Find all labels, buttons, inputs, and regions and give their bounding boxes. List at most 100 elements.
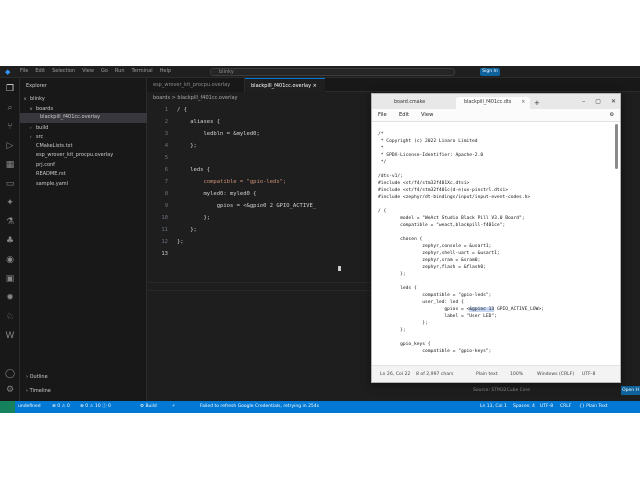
extensions-icon[interactable]: ▦ bbox=[4, 159, 16, 171]
text-line: compatible = "gpio-keys"; bbox=[378, 349, 492, 354]
notepad-text-area[interactable]: /* * Copyright (c) 2022 Linaro Limited *… bbox=[372, 122, 620, 365]
eol-status[interactable]: CRLF bbox=[560, 401, 571, 413]
tree-item-blackpill-overlay[interactable]: blackpill_f401cc.overlay bbox=[20, 113, 147, 123]
credentials-message: Failed to refresh Google Credentials, re… bbox=[200, 404, 320, 409]
outline-panel-header[interactable]: › Outline bbox=[26, 374, 48, 380]
explorer-icon[interactable]: ❐ bbox=[4, 83, 16, 95]
notepad-tab-strip: board.cmake blackpill_f401cc.dts × + – ▢ ✕ bbox=[372, 94, 620, 109]
text-line: compatible = "weact,blackpill-f401ce"; bbox=[378, 223, 506, 228]
text-line: zephyr,flash = &flash0; bbox=[378, 265, 486, 270]
menu-terminal[interactable]: Terminal bbox=[132, 67, 153, 76]
menu-file[interactable]: File bbox=[20, 67, 28, 76]
language-mode-status[interactable]: {} Plain Text bbox=[579, 401, 608, 413]
notepad-tab-board-cmake[interactable]: board.cmake bbox=[386, 97, 433, 109]
text-line: / { bbox=[378, 209, 387, 214]
text-line: * SPDX-License-Identifier: Apache-2.0 bbox=[378, 153, 484, 158]
text-line: compatible = "gpio-leds"; bbox=[378, 293, 492, 298]
run-debug-icon[interactable]: ▷ bbox=[4, 140, 16, 152]
cursor-position: Ln 26, Col 22 bbox=[380, 372, 411, 377]
docker-icon[interactable]: ▣ bbox=[4, 273, 16, 285]
settings-gear-icon[interactable]: ⚙ bbox=[609, 109, 614, 122]
text-line: }; bbox=[378, 328, 406, 333]
ports-status[interactable]: ⊗ 0 ⚠ 10 ⓘ 0 bbox=[80, 401, 111, 413]
tree-item-blinky[interactable]: v blinky bbox=[20, 94, 147, 104]
menu-edit[interactable]: Edit bbox=[35, 67, 45, 76]
tree-item-readme[interactable]: README.rst bbox=[20, 170, 147, 180]
breadcrumb[interactable]: boards > blackpill_f401cc.overlay bbox=[153, 95, 237, 101]
text-line: zephyr,sram = &sram0; bbox=[378, 258, 481, 263]
zephyr-icon[interactable]: ♘ bbox=[4, 311, 16, 323]
text-line: zephyr,shell-uart = &usart1; bbox=[378, 251, 500, 256]
text-line: chosen { bbox=[378, 237, 423, 242]
close-tab-icon[interactable]: × bbox=[521, 100, 525, 105]
char-count: 8 of 2,997 chars bbox=[416, 372, 454, 377]
notepad-menu-edit[interactable]: Edit bbox=[399, 109, 409, 122]
source-control-icon[interactable]: ⑂ bbox=[4, 121, 16, 133]
timeline-panel-header[interactable]: › Timeline bbox=[26, 388, 51, 394]
platformio-icon[interactable]: ◉ bbox=[4, 254, 16, 266]
maximize-icon[interactable]: ▢ bbox=[595, 98, 601, 105]
vscode-logo-icon: ◆ bbox=[5, 68, 11, 76]
open-button[interactable]: Open H bbox=[621, 386, 640, 395]
encoding-status[interactable]: UTF-8 bbox=[540, 401, 553, 413]
cursor-position-status[interactable]: Ln 13, Col 1 bbox=[480, 401, 507, 413]
text-line: }; bbox=[378, 272, 406, 277]
activity-bar: ❐ ⌕ ⑂ ▷ ▦ ▭ ✦ ⚗ ♣ ◉ ▣ ✹ ♘ W ◯ ⚙ bbox=[0, 78, 20, 401]
remote-indicator-icon[interactable] bbox=[0, 401, 15, 413]
text-line: label = "User LED"; bbox=[378, 314, 497, 319]
tab-blackpill-overlay[interactable]: blackpill_f401cc.overlay × bbox=[245, 78, 325, 92]
menu-go[interactable]: Go bbox=[101, 67, 108, 76]
account-icon[interactable]: ◯ bbox=[4, 368, 16, 380]
text-line: /* bbox=[378, 132, 384, 137]
text-line: model = "WeAct Studio Black Pill V3.0 Bo… bbox=[378, 216, 525, 221]
branch-status[interactable]: undefined bbox=[18, 401, 41, 413]
tree-item-sample-yaml[interactable]: sample.yaml bbox=[20, 180, 147, 190]
menu-selection[interactable]: Selection bbox=[52, 67, 75, 76]
file-tree: v blinky v boards blackpill_f401cc.overlay… bbox=[20, 94, 147, 189]
notepad-status-bar: Ln 26, Col 22 8 of 2,997 chars Plain tex… bbox=[372, 365, 620, 382]
notepad-menu-view[interactable]: View bbox=[421, 109, 433, 122]
selection-highlight: &gpioc 13 bbox=[469, 307, 495, 312]
problems-status[interactable]: ⊗ 0 ⚠ 0 bbox=[52, 401, 70, 413]
text-line: #include <st/f4/stm32f401c(d-e)ux-pinctr… bbox=[378, 188, 508, 193]
tree-item-esp-overlay[interactable]: esp_wrover_kit_procpu.overlay bbox=[20, 151, 147, 161]
new-tab-icon[interactable]: + bbox=[534, 97, 540, 109]
screen-frame: ◆ File Edit Selection View Go Run Termin… bbox=[0, 66, 640, 413]
close-window-icon[interactable]: ✕ bbox=[611, 98, 616, 105]
settings-gear-icon[interactable]: ⚙ bbox=[4, 384, 16, 396]
minimize-icon[interactable]: – bbox=[582, 98, 585, 105]
tree-item-boards[interactable]: v boards bbox=[20, 104, 147, 114]
menu-help[interactable]: Help bbox=[160, 67, 171, 76]
sign-in-button[interactable]: Sign In bbox=[480, 68, 500, 76]
code-editor[interactable]: 1/ { 2 aliases { 3 ledbln = &myled0; 4 }… bbox=[147, 106, 377, 376]
text-line: #include <zephyr/dt-bindings/input/input… bbox=[378, 195, 531, 200]
notepad-menu-file[interactable]: File bbox=[378, 109, 387, 122]
indentation-status[interactable]: Spaces: 4 bbox=[513, 401, 535, 413]
flash-icon[interactable]: ⚡ bbox=[172, 401, 175, 413]
mouse-cursor bbox=[338, 266, 341, 271]
testing-icon[interactable]: ⚗ bbox=[4, 216, 16, 228]
tree-item-cmakelists[interactable]: CMakeLists.txt bbox=[20, 142, 147, 152]
notepad-tab-blackpill-dts[interactable]: blackpill_f401cc.dts × bbox=[456, 97, 530, 109]
tab-esp-overlay[interactable]: esp_wrover_kit_procpu.overlay bbox=[147, 78, 245, 92]
python-icon[interactable]: ♣ bbox=[4, 235, 16, 247]
tree-item-src[interactable]: › src bbox=[20, 132, 147, 142]
menu-run[interactable]: Run bbox=[115, 67, 125, 76]
command-center[interactable]: blinky bbox=[210, 68, 455, 76]
remote-explorer-icon[interactable]: ▭ bbox=[4, 178, 16, 190]
text-line: #include <st/f4/stm32f401Xc.dtsi> bbox=[378, 181, 470, 186]
explorer-sidebar: Explorer v blinky v boards blackpill_f401c… bbox=[20, 78, 147, 401]
notepad-scrollbar[interactable] bbox=[615, 124, 618, 169]
search-icon[interactable]: ⌕ bbox=[4, 102, 16, 114]
tree-item-build[interactable]: › build bbox=[20, 123, 147, 133]
text-line: }; bbox=[378, 321, 428, 326]
bug-icon[interactable]: ✹ bbox=[4, 292, 16, 304]
menu-view[interactable]: View bbox=[82, 67, 94, 76]
build-button[interactable]: ⚙ Build bbox=[140, 401, 157, 413]
text-line: * bbox=[378, 146, 384, 151]
esp-idf-icon[interactable]: ✦ bbox=[4, 197, 16, 209]
zoom-level: 100% bbox=[510, 372, 524, 377]
editor-tabs: esp_wrover_kit_procpu.overlay blackpill_… bbox=[147, 78, 640, 92]
wokwi-icon[interactable]: W bbox=[4, 330, 16, 342]
tree-item-prj-conf[interactable]: prj.conf bbox=[20, 161, 147, 171]
